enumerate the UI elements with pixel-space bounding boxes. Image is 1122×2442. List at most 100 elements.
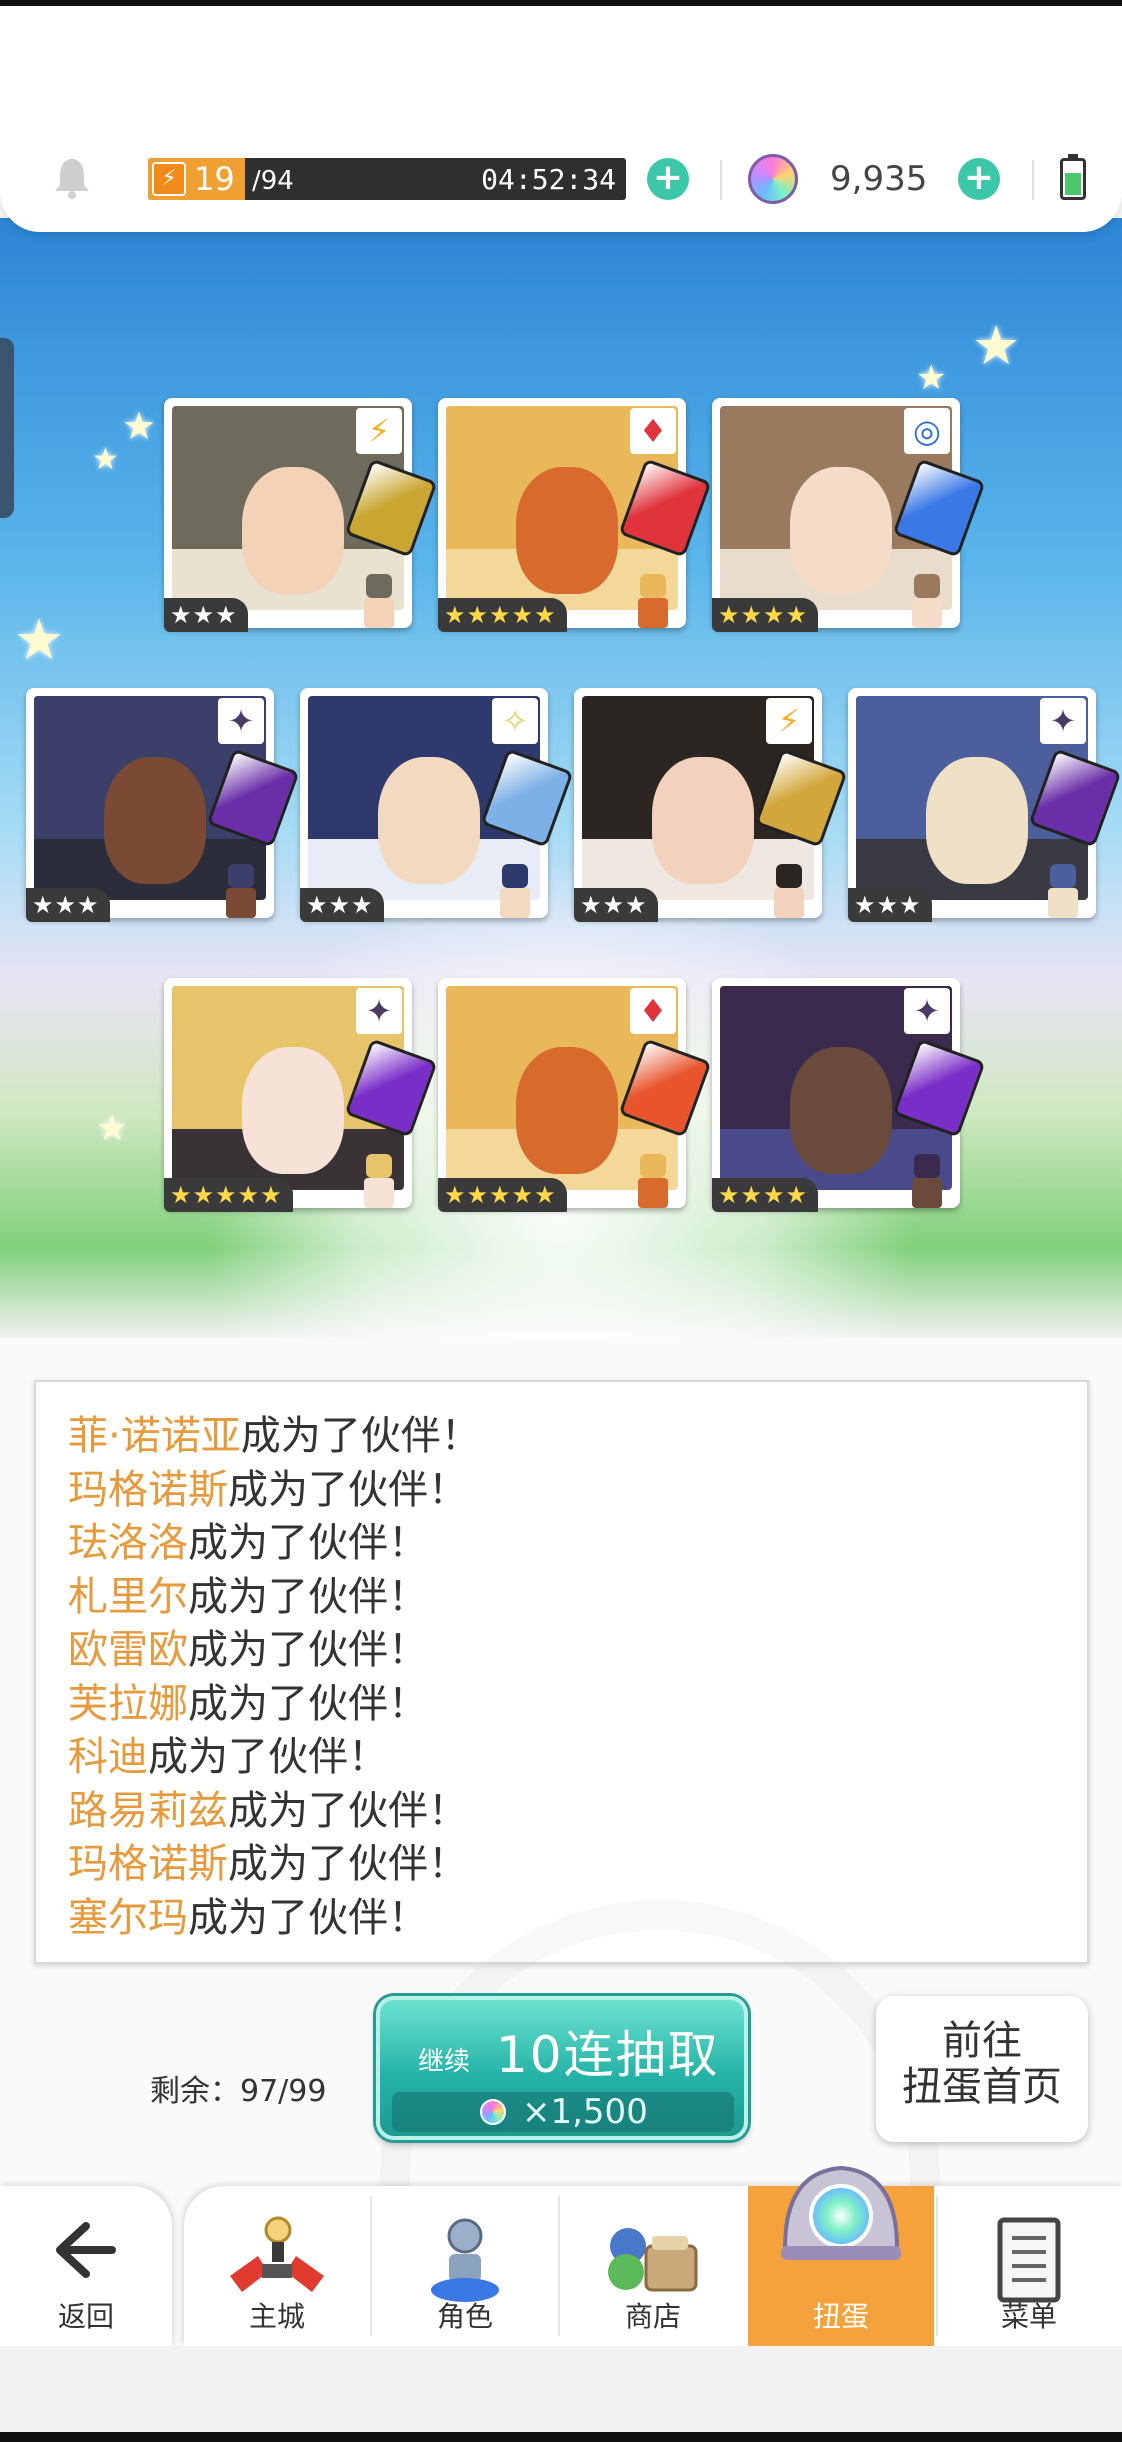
- result-card[interactable]: ✦ ★★★★: [712, 978, 986, 1212]
- result-card[interactable]: ✧ ★★★: [300, 688, 574, 922]
- top-status-bar: ⚡ 19 /94 04:52:34 + 9,935 +: [0, 0, 1122, 232]
- character-name: 札里尔: [68, 1573, 188, 1620]
- log-item: 玛格诺斯成为了伙伴！: [68, 1838, 1068, 1892]
- result-card[interactable]: ⚡ ★★★: [164, 398, 438, 632]
- sprite-head: [640, 574, 666, 598]
- log-suffix: 成为了伙伴！: [240, 1413, 481, 1459]
- nav-tab-town[interactable]: 主城: [184, 2186, 370, 2346]
- pixel-sprite-icon: [218, 864, 264, 924]
- nav-tab-menu[interactable]: 菜单: [936, 2186, 1122, 2346]
- bottom-edge: [0, 2432, 1122, 2442]
- stamina-timer: 04:52:34: [481, 163, 616, 196]
- rarity-stars: ★★★★★: [164, 1178, 293, 1212]
- pixel-sprite-icon: [904, 1154, 950, 1214]
- log-item: 路易莉兹成为了伙伴！: [68, 1785, 1068, 1839]
- attribute-icon: ✦: [356, 988, 402, 1034]
- result-card[interactable]: ✦ ★★★: [26, 688, 300, 922]
- log-item: 札里尔成为了伙伴！: [68, 1571, 1068, 1625]
- sprite-head: [914, 1154, 940, 1178]
- side-tab[interactable]: [0, 338, 14, 518]
- nav-label-shop: 商店: [624, 2300, 681, 2333]
- result-log-panel[interactable]: 菲·诺诺亚成为了伙伴！ 玛格诺斯成为了伙伴！ 珐洛洛成为了伙伴！ 札里尔成为了伙伴！欧…: [34, 1380, 1089, 1964]
- log-suffix: 成为了伙伴！: [188, 1680, 428, 1727]
- divider: [1032, 160, 1034, 200]
- pull-10-button[interactable]: 继续 10连抽取 ×1,500: [376, 1996, 748, 2140]
- add-gems-button[interactable]: +: [958, 158, 1000, 200]
- star-decoration: ★: [122, 404, 157, 448]
- gem-count: 9,935: [830, 159, 928, 199]
- portrait-face: [651, 757, 754, 884]
- add-stamina-button[interactable]: +: [647, 158, 689, 200]
- sprite-head: [366, 1154, 392, 1178]
- result-card[interactable]: ♦ ★★★★★: [438, 398, 712, 632]
- stamina-current: 19: [194, 160, 235, 198]
- log-item: 菲·诺诺亚成为了伙伴！: [68, 1410, 1068, 1464]
- nav-tab-shop[interactable]: 商店: [560, 2186, 746, 2346]
- log-suffix: 成为了伙伴！: [228, 1787, 468, 1834]
- log-item: 欧雷欧成为了伙伴！: [68, 1624, 1068, 1678]
- log-suffix: 成为了伙伴！: [148, 1734, 388, 1780]
- pixel-sprite-icon: [1040, 864, 1086, 924]
- pull-cost: ×1,500: [522, 2092, 648, 2132]
- nav-label-town: 主城: [248, 2300, 305, 2333]
- system-nav-area: [0, 2346, 1122, 2432]
- portrait-face: [241, 467, 344, 594]
- log-item: 科迪成为了伙伴！: [68, 1731, 1068, 1785]
- back-button[interactable]: 返回: [0, 2186, 172, 2346]
- portrait-face: [241, 1047, 344, 1174]
- log-suffix: 成为了伙伴！: [188, 1627, 428, 1673]
- attribute-icon: ✦: [218, 698, 264, 744]
- log-item: 玛格诺斯成为了伙伴！: [68, 1464, 1068, 1518]
- result-card[interactable]: ⚡ ★★★: [574, 688, 848, 922]
- top-edge: [0, 0, 1122, 6]
- nav-label-menu: 菜单: [1000, 2300, 1057, 2333]
- rarity-stars: ★★★★: [712, 1178, 819, 1212]
- attribute-icon: ♦: [630, 408, 676, 454]
- portrait-face: [789, 467, 892, 594]
- portrait-face: [925, 757, 1028, 884]
- nav-tabs: 主城 角色 商店 扭蛋 菜单: [184, 2165, 1122, 2346]
- sprite-body: [912, 1178, 942, 1208]
- star-decoration: ★: [972, 314, 1021, 377]
- battery-level: [1065, 173, 1081, 195]
- nav-label-characters: 角色: [436, 2300, 493, 2333]
- sprite-body: [912, 598, 942, 628]
- gacha-results-area: ★ ★ ★ ★ ★ ★ ⚡ ★★★ ♦ ★★★★★ ◎ ★★★★ ✦ ★★★ ✧ ★★★ ⚡ ★★★ ✦…: [0, 218, 1122, 1338]
- stamina-bar: ⚡ 19 /94 04:52:34: [148, 158, 626, 200]
- attribute-icon: ✦: [904, 988, 950, 1034]
- rarity-stars: ★★★: [164, 598, 248, 632]
- sprite-body: [774, 888, 804, 918]
- portrait-face: [515, 467, 618, 594]
- star-decoration: ★: [92, 442, 119, 477]
- character-name: 欧雷欧: [68, 1627, 188, 1673]
- sprite-body: [638, 1178, 668, 1208]
- result-card[interactable]: ✦ ★★★: [848, 688, 1122, 922]
- sprite-head: [366, 574, 392, 598]
- rarity-stars: ★★★★★: [438, 1178, 567, 1212]
- nav-tab-gacha[interactable]: 扭蛋: [748, 2165, 934, 2346]
- shop-icon: [608, 2228, 698, 2292]
- pixel-sprite-icon: [766, 864, 812, 924]
- attribute-icon: ♦: [630, 988, 676, 1034]
- battery-icon: [1060, 154, 1086, 200]
- log-item: 珐洛洛成为了伙伴！: [68, 1517, 1068, 1571]
- cost-bar: ×1,500: [392, 2092, 734, 2132]
- result-card[interactable]: ◎ ★★★★: [712, 398, 986, 632]
- character-name: 塞尔玛: [68, 1894, 188, 1941]
- pixel-sprite-icon: [630, 1154, 676, 1214]
- character-name: 芙拉娜: [68, 1680, 188, 1727]
- bell-icon[interactable]: [52, 155, 92, 199]
- character-name: 玛格诺斯: [68, 1466, 228, 1513]
- portrait-face: [103, 757, 206, 884]
- nav-tab-characters[interactable]: 角色: [372, 2186, 558, 2346]
- sprite-head: [228, 864, 254, 888]
- attribute-icon: ✧: [492, 698, 538, 744]
- result-card[interactable]: ♦ ★★★★★: [438, 978, 712, 1212]
- divider: [720, 160, 722, 200]
- sprite-head: [502, 864, 528, 888]
- result-card[interactable]: ✦ ★★★★★: [164, 978, 438, 1212]
- gacha-home-button[interactable]: 前往 扭蛋首页: [876, 1996, 1088, 2142]
- rarity-stars: ★★★★★: [438, 598, 567, 632]
- town-icon: [230, 2216, 324, 2292]
- sprite-head: [1050, 864, 1076, 888]
